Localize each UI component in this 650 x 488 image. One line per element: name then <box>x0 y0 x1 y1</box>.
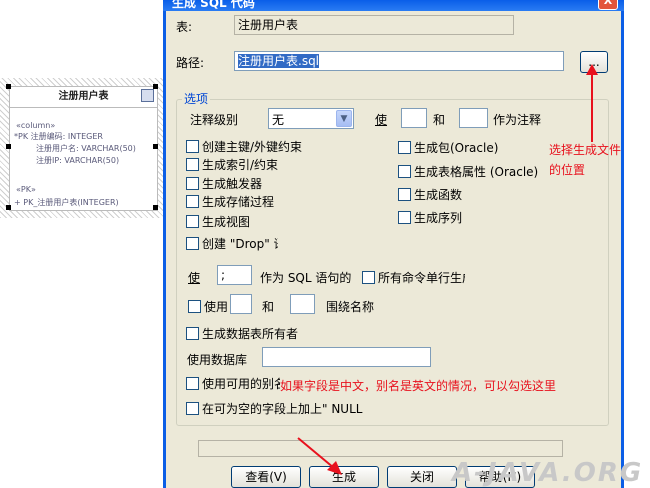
path-label: 路径: <box>176 56 205 70</box>
checkbox-option[interactable]: 生成函数 <box>398 186 462 203</box>
checkbox-table-owner[interactable]: 生成数据表所有者 <box>186 325 298 342</box>
checkbox-option[interactable]: 生成触发器 <box>186 175 262 192</box>
use-db-label: 使用数据库 <box>187 353 248 367</box>
uml-section-column: «column» <box>16 121 56 130</box>
enclose-start-input[interactable] <box>230 294 252 314</box>
checkbox-option[interactable]: 生成序列 <box>398 209 462 226</box>
sql-use-label: 使 <box>188 271 201 285</box>
checkbox-option[interactable]: 生成索引/约束 <box>186 156 278 173</box>
database-input[interactable] <box>262 347 431 367</box>
arrow-annotation-icon <box>586 64 598 142</box>
watermark: A-JAVA.ORG <box>452 458 644 488</box>
comment-start-input[interactable] <box>401 108 427 128</box>
enclose-end-input[interactable] <box>290 294 315 314</box>
comment-level-label: 注释级别 <box>190 113 239 127</box>
close-button[interactable]: 关闭 <box>387 466 457 488</box>
chevron-down-icon[interactable]: ▼ <box>336 110 352 127</box>
selection-handle[interactable] <box>6 144 11 149</box>
uml-attr-row: *PK 注册编码: INTEGER <box>14 132 103 141</box>
and2-label: 和 <box>262 300 275 314</box>
checkbox-use-enclose[interactable]: 使用 <box>188 298 228 315</box>
progress-bar <box>198 440 563 457</box>
arrow-annotation-icon <box>297 437 342 475</box>
checkbox-null-on-nullable[interactable]: 在可为空的字段上加上" NULL <box>186 400 362 417</box>
checkbox-option[interactable]: 生成表格属性 (Oracle) <box>398 163 538 180</box>
uml-pk-row: + PK_注册用户表(INTEGER) <box>14 198 119 207</box>
checkbox-option[interactable]: 生成存储过程 <box>186 193 274 210</box>
selection-handle[interactable] <box>6 84 11 89</box>
selection-handle[interactable] <box>6 205 11 210</box>
table-field: 注册用户表 <box>234 15 514 35</box>
enclose-label: 围绕名称 <box>326 300 375 314</box>
uml-attr-row: 注册用户名: VARCHAR(50) <box>36 144 136 153</box>
path-value: 注册用户表.sql <box>238 54 320 68</box>
path-annotation-line2: 的位置 <box>549 163 586 177</box>
comment-end-input[interactable] <box>459 108 488 128</box>
uml-attr-row: 注册IP: VARCHAR(50) <box>36 156 120 165</box>
checkbox-use-alias[interactable]: 使用可用的别名 <box>186 375 280 392</box>
comment-level-value: 无 <box>272 113 285 127</box>
uml-class-title: 注册用户表 <box>9 86 158 108</box>
selection-handle[interactable] <box>153 84 158 89</box>
class-icon <box>141 89 154 102</box>
view-button[interactable]: 查看(V) <box>231 466 301 488</box>
close-icon[interactable]: X <box>598 0 618 10</box>
checkbox-option[interactable]: 创建主键/外键约束 <box>186 138 302 155</box>
as-sql-stmt-label: 作为 SQL 语句的 <box>260 271 352 285</box>
checkbox-option[interactable]: 生成视图 <box>186 213 250 230</box>
alias-annotation: 如果字段是中文，别名是英文的情况，可以勾选这里 <box>280 379 557 393</box>
dialog-title: 生成 SQL 代码 <box>172 0 255 10</box>
use-label: 使 <box>375 113 388 127</box>
options-group-label: 选项 <box>182 90 211 107</box>
uml-section-pk: «PK» <box>16 185 36 194</box>
path-input[interactable]: 注册用户表.sql <box>234 51 564 71</box>
comment-level-select[interactable]: 无 ▼ <box>268 108 354 129</box>
checkbox-option[interactable]: 生成包(Oracle) <box>398 139 498 156</box>
and-label: 和 <box>433 113 446 127</box>
selection-handle[interactable] <box>153 144 158 149</box>
as-comment-label: 作为注释 <box>493 113 542 127</box>
checkbox-all-cmds-single-line[interactable]: 所有命令单行生成 <box>362 269 465 286</box>
table-label: 表: <box>176 20 193 34</box>
sql-separator-input[interactable]: ; <box>217 265 252 285</box>
selection-handle[interactable] <box>153 205 158 210</box>
checkbox-option[interactable]: 创建 "Drop" 语句 <box>186 235 278 252</box>
